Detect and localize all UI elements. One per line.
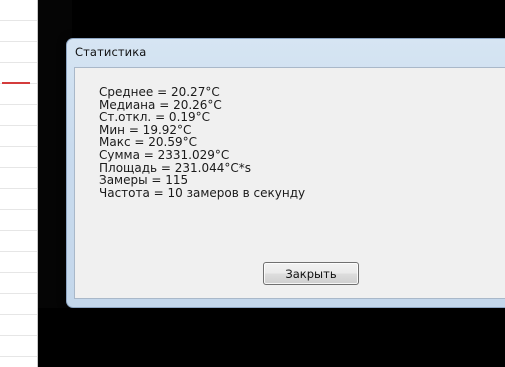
dialog-title: Статистика [75, 45, 147, 59]
dialog-content: Среднее = 20.27°C Медиана = 20.26°C Ст.о… [74, 67, 505, 299]
stat-sum: Сумма = 2331.029°C [99, 147, 230, 162]
close-button[interactable]: Закрыть [263, 262, 359, 285]
stat-mean: Среднее = 20.27°C [99, 85, 220, 99]
statistics-list: Среднее = 20.27°C Медиана = 20.26°C Ст.о… [99, 86, 305, 199]
dark-background-bottom [38, 308, 505, 367]
stat-std-dev: Ст.откл. = 0.19°C [99, 110, 211, 125]
background-red-series-line [2, 82, 30, 84]
stat-frequency: Частота = 10 замеров в секунду [99, 185, 306, 200]
background-table-rows [0, 0, 37, 367]
stat-samples: Замеры = 115 [99, 173, 189, 188]
background-app-window [0, 0, 38, 367]
statistics-dialog: Статистика Среднее = 20.27°C Медиана = 2… [66, 38, 505, 308]
